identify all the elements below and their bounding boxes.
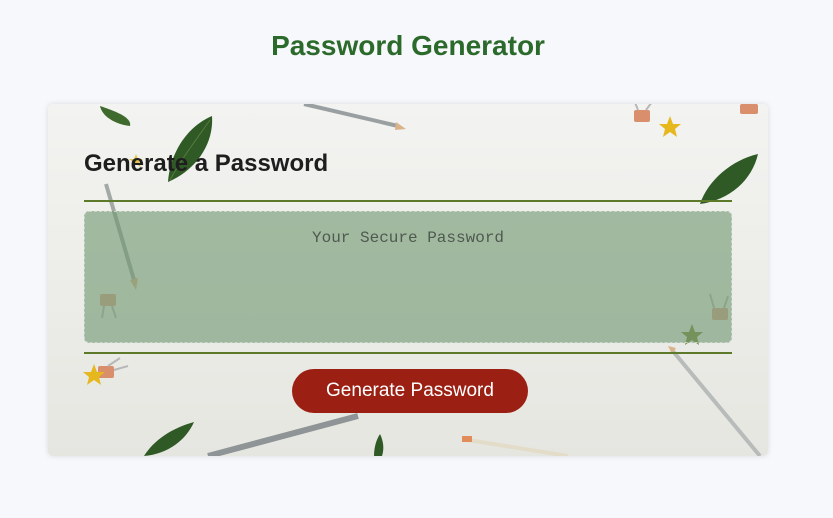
pencil-icon [668,346,762,456]
star-icon [659,116,681,137]
pencil-icon [462,436,569,456]
password-card: Generate a Password Generate Password [48,104,768,456]
pencil-icon [207,413,359,456]
leaf-icon [144,422,194,456]
binder-clip-icon [634,104,652,122]
leaf-icon [374,434,384,456]
header-divider [84,200,732,202]
footer-divider [84,352,732,354]
binder-clip-icon [98,357,129,378]
card-header: Generate a Password [84,150,329,177]
page-title: Password Generator [271,30,545,61]
binder-clip-icon [740,104,758,114]
pencil-icon [303,104,406,130]
password-output[interactable] [84,211,732,343]
leaf-icon [100,106,131,126]
leaf-icon [700,154,758,204]
generate-password-button[interactable]: Generate Password [292,369,528,413]
